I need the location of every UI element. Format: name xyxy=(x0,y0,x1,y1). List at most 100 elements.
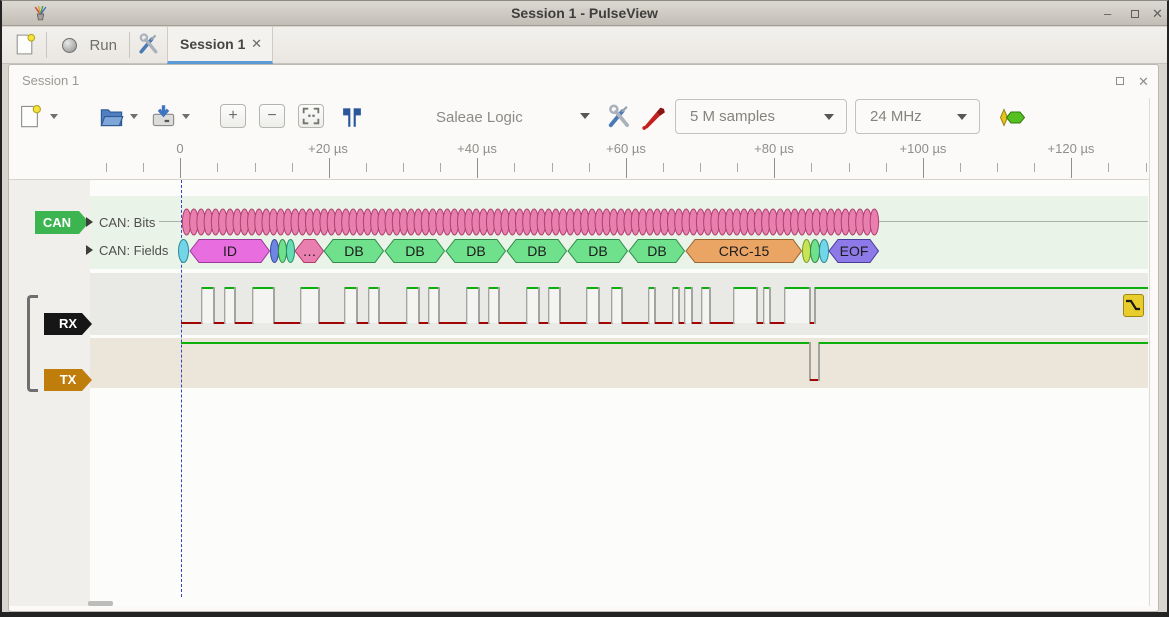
svg-text:EOF: EOF xyxy=(840,243,869,259)
ruler-tick xyxy=(700,163,701,172)
decoder-row-label-bits[interactable]: CAN: Bits xyxy=(99,215,155,230)
ruler-tick xyxy=(774,158,775,178)
field-annotation-id[interactable]: ID xyxy=(190,239,270,263)
svg-text:…: … xyxy=(303,243,317,259)
add-decoder-button[interactable] xyxy=(998,107,1028,128)
rx-wave-edge xyxy=(814,287,816,324)
pulseview-window: Session 1 - PulseView – ✕ Run Session 1 … xyxy=(0,0,1169,617)
rx-wave-segment xyxy=(560,322,587,324)
trigger-marker[interactable] xyxy=(1123,294,1144,317)
svg-text:CRC-15: CRC-15 xyxy=(719,243,770,259)
ruler-tick xyxy=(292,163,293,172)
rx-pulse-fill xyxy=(785,289,810,323)
field-annotation-db[interactable]: DB xyxy=(324,239,384,263)
horizontal-scrollbar-handle[interactable] xyxy=(88,601,113,606)
rx-wave-edge xyxy=(538,287,540,324)
rx-wave-edge xyxy=(378,287,380,324)
save-dropdown-icon[interactable] xyxy=(182,114,190,119)
run-state-icon xyxy=(62,38,77,53)
close-button[interactable]: ✕ xyxy=(1152,6,1163,22)
ruler-tick xyxy=(960,163,961,172)
rx-pulse-fill xyxy=(253,289,274,323)
sample-count-value: 5 M samples xyxy=(690,108,775,125)
rx-wave-edge xyxy=(654,287,656,324)
rx-wave-segment xyxy=(785,287,810,289)
field-annotation-db[interactable]: DB xyxy=(385,239,445,263)
rx-pulse-fill xyxy=(734,289,757,323)
new-file-dropdown-icon[interactable] xyxy=(50,114,58,119)
rx-wave-segment xyxy=(734,287,757,289)
new-file-button[interactable] xyxy=(16,103,43,130)
signal-group-bracket[interactable] xyxy=(27,295,38,392)
rx-wave-segment xyxy=(710,322,734,324)
ruler-tick xyxy=(403,163,404,172)
tab-close-icon[interactable]: ✕ xyxy=(251,36,262,52)
ruler-tick xyxy=(477,158,478,178)
decoder-row-label-fields[interactable]: CAN: Fields xyxy=(99,243,168,258)
new-session-button[interactable] xyxy=(12,32,37,57)
ruler-tick xyxy=(589,163,590,172)
decoder-tag-can[interactable]: CAN xyxy=(35,211,89,234)
ruler-tick xyxy=(1108,163,1109,172)
field-annotation-db[interactable]: DB xyxy=(446,239,506,263)
ruler-label: +120 µs xyxy=(1026,141,1116,156)
field-annotation-sliver[interactable] xyxy=(178,239,189,263)
device-dropdown-icon[interactable] xyxy=(580,113,590,119)
field-annotation-db[interactable]: DB xyxy=(507,239,567,263)
svg-text:DB: DB xyxy=(344,243,363,259)
titlebar[interactable]: Session 1 - PulseView – ✕ xyxy=(2,1,1167,26)
ruler-tick xyxy=(440,163,441,172)
field-annotation-crc-15[interactable]: CRC-15 xyxy=(686,239,802,263)
zoom-fit-button[interactable] xyxy=(298,104,324,128)
rx-wave-segment xyxy=(379,322,407,324)
ruler-tick xyxy=(626,158,627,178)
svg-text:DB: DB xyxy=(466,243,485,259)
open-dropdown-icon[interactable] xyxy=(130,114,138,119)
rx-wave-edge xyxy=(809,287,811,324)
field-annotation-eof[interactable]: EOF xyxy=(829,239,879,263)
falling-edge-icon xyxy=(1124,295,1142,315)
rx-wave-edge xyxy=(213,287,215,324)
dock-close-icon[interactable]: ✕ xyxy=(1138,74,1149,90)
svg-text:DB: DB xyxy=(405,243,424,259)
save-button[interactable] xyxy=(150,103,177,130)
minimize-button[interactable]: – xyxy=(1104,6,1111,21)
row-expand-icon[interactable] xyxy=(86,217,93,227)
tab-session-1[interactable]: Session 1 ✕ xyxy=(167,27,273,64)
ruler-label: 0 xyxy=(135,141,225,156)
signal-tag-tx[interactable]: TX xyxy=(44,369,92,391)
settings-button[interactable] xyxy=(136,32,161,57)
channels-probe-button[interactable] xyxy=(640,103,668,131)
rx-wave-edge xyxy=(559,287,561,324)
ruler-tick xyxy=(849,163,850,172)
maximize-button[interactable] xyxy=(1131,10,1139,18)
field-annotation-sliver[interactable] xyxy=(286,239,295,263)
rx-wave-edge xyxy=(438,287,440,324)
rx-wave-segment xyxy=(235,322,253,324)
sample-rate-select[interactable]: 24 MHz xyxy=(855,99,980,134)
zoom-in-button[interactable]: + xyxy=(220,104,246,128)
ruler-tick xyxy=(514,163,515,172)
field-annotation-sliver[interactable] xyxy=(819,239,829,263)
dock-float-icon[interactable] xyxy=(1116,77,1124,85)
field-annotation-db[interactable]: DB xyxy=(629,239,685,263)
run-label: Run xyxy=(89,37,117,54)
show-cursors-button[interactable] xyxy=(339,104,365,130)
rx-wave-segment xyxy=(253,287,274,289)
zoom-out-button[interactable]: − xyxy=(259,104,285,128)
open-button[interactable] xyxy=(98,103,125,130)
svg-text:DB: DB xyxy=(647,243,666,259)
row-expand-icon[interactable] xyxy=(86,245,93,255)
rx-wave-edge xyxy=(234,287,236,324)
device-selector[interactable]: Saleae Logic xyxy=(436,109,523,126)
signal-tag-rx[interactable]: RX xyxy=(44,313,92,335)
field-annotation-db[interactable]: DB xyxy=(568,239,628,263)
ruler-tick xyxy=(329,158,330,178)
run-button[interactable]: Run xyxy=(62,37,117,55)
field-annotation-…[interactable]: … xyxy=(295,239,324,263)
rx-wave-segment xyxy=(655,322,673,324)
configure-device-button[interactable] xyxy=(605,103,633,131)
ruler-tick xyxy=(663,163,664,172)
ruler-label: +80 µs xyxy=(729,141,819,156)
sample-count-select[interactable]: 5 M samples xyxy=(675,99,847,134)
